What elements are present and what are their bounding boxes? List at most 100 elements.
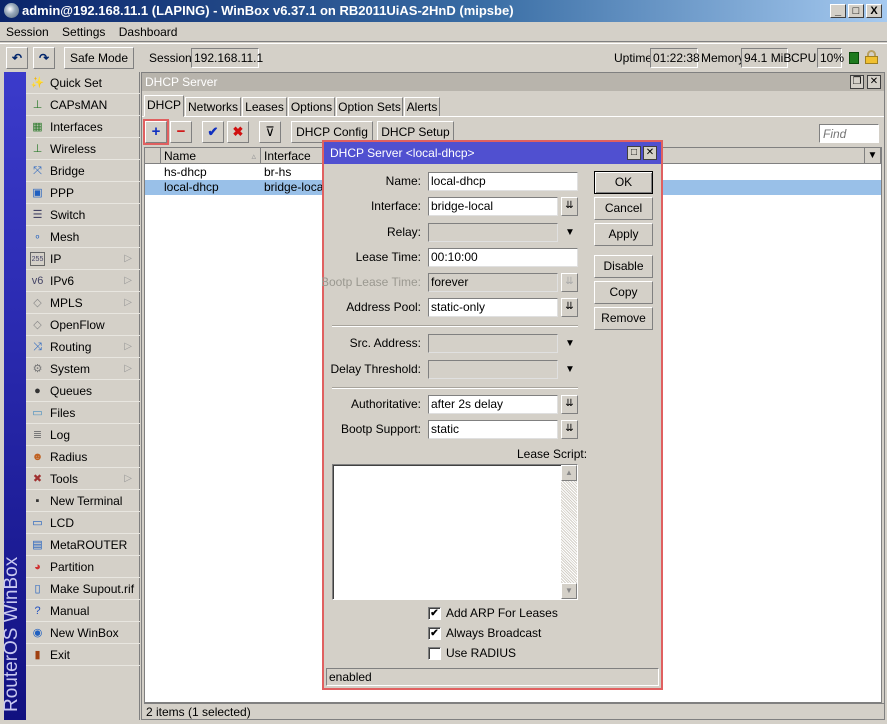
sidebar-item-exit[interactable]: ▮ Exit	[26, 644, 140, 666]
tab-alerts[interactable]: Alerts	[404, 97, 440, 117]
sidebar-item-system[interactable]: ⚙ System ▷	[26, 358, 140, 380]
sidebar-item-label: Partition	[50, 560, 95, 574]
copy-button[interactable]: Copy	[594, 281, 653, 304]
checkbox-checked-icon[interactable]: ✔	[428, 627, 441, 640]
tab-leases[interactable]: Leases	[242, 97, 287, 117]
sidebar-item-routing[interactable]: ⤨ Routing ▷	[26, 336, 140, 358]
menu-dashboard[interactable]: Dashboard	[113, 22, 182, 42]
sidebar-item-lcd[interactable]: ▭ LCD	[26, 512, 140, 534]
menu-session[interactable]: Session	[0, 22, 53, 42]
check-icon: ✔	[207, 124, 219, 139]
find-input[interactable]	[819, 124, 879, 143]
cancel-button[interactable]: Cancel	[594, 197, 653, 220]
sidebar-item-switch[interactable]: ☰ Switch	[26, 204, 140, 226]
sidebar-item-label: New Terminal	[50, 494, 123, 508]
panel-restore-button[interactable]: ❐	[850, 75, 864, 89]
sidebar-item-bridge[interactable]: ⤧ Bridge	[26, 160, 140, 182]
lease-script-textarea[interactable]: ▲ ▼	[332, 464, 578, 600]
checkbox-checked-icon[interactable]: ✔	[428, 607, 441, 620]
bootp-support-select[interactable]: static	[428, 420, 558, 439]
interface-dropdown-icon[interactable]: ⇊	[561, 197, 578, 216]
sidebar-item-partition[interactable]: ◕ Partition	[26, 556, 140, 578]
tab-dhcp[interactable]: DHCP	[144, 95, 184, 117]
sidebar-item-queues[interactable]: ● Queues	[26, 380, 140, 402]
disable-button[interactable]: Disable	[594, 255, 653, 278]
enable-button[interactable]: ✔	[202, 121, 224, 143]
sidebar-item-quick-set[interactable]: ✨ Quick Set	[26, 72, 140, 94]
sidebar-item-log[interactable]: ≣ Log	[26, 424, 140, 446]
sidebar-item-interfaces[interactable]: ▦ Interfaces	[26, 116, 140, 138]
terminal-icon: ▪	[35, 495, 40, 507]
scroll-up-icon[interactable]: ▲	[561, 465, 577, 481]
submenu-arrow-icon: ▷	[124, 473, 132, 484]
safe-mode-button[interactable]: Safe Mode	[64, 47, 134, 69]
dialog-title: DHCP Server <local-dhcp>	[330, 146, 475, 160]
undo-button[interactable]: ↶	[6, 47, 28, 69]
sidebar-item-ip[interactable]: 255 IP ▷	[26, 248, 140, 270]
sidebar-item-metarouter[interactable]: ▤ MetaROUTER	[26, 534, 140, 556]
sidebar-item-make-supout-rif[interactable]: ▯ Make Supout.rif	[26, 578, 140, 600]
remove-button[interactable]: −	[170, 121, 192, 143]
relay-input[interactable]	[428, 223, 558, 242]
sidebar-item-capsman[interactable]: ⊥ CAPsMAN	[26, 94, 140, 116]
sidebar-item-label: CAPsMAN	[50, 98, 108, 112]
sidebar-item-new-winbox[interactable]: ◉ New WinBox	[26, 622, 140, 644]
close-button[interactable]: X	[866, 4, 882, 18]
panel-close-button[interactable]: ✕	[867, 75, 881, 89]
disable-button[interactable]: ✖	[227, 121, 249, 143]
scroll-down-icon[interactable]: ▼	[561, 583, 577, 599]
sidebar-item-label: OpenFlow	[50, 318, 105, 332]
tab-options[interactable]: Options	[288, 97, 335, 117]
sidebar-item-wireless[interactable]: ⊥ Wireless	[26, 138, 140, 160]
interface-label: Interface:	[370, 199, 421, 213]
address-pool-select[interactable]: static-only	[428, 298, 558, 317]
relay-expand-icon[interactable]: ▼	[565, 223, 575, 242]
sidebar-item-ipv6[interactable]: v6 IPv6 ▷	[26, 270, 140, 292]
column-chooser-icon[interactable]: ▼	[865, 148, 881, 164]
tab-networks[interactable]: Networks	[185, 97, 241, 117]
sidebar-item-label: IPv6	[50, 274, 75, 288]
maximize-button[interactable]: □	[848, 4, 864, 18]
src-address-input[interactable]	[428, 334, 558, 353]
column-header-name[interactable]: Name ▵	[161, 148, 261, 164]
apply-button[interactable]: Apply	[594, 223, 653, 246]
bootp-support-dropdown-icon[interactable]: ⇊	[561, 420, 578, 439]
ipv6-icon: v6	[31, 275, 44, 287]
src-address-expand-icon[interactable]: ▼	[565, 334, 575, 353]
sort-asc-icon: ▵	[251, 151, 256, 161]
filter-button[interactable]: ⊽	[259, 121, 281, 143]
sidebar-item-mesh[interactable]: ∘ Mesh	[26, 226, 140, 248]
sidebar-item-new-terminal[interactable]: ▪ New Terminal	[26, 490, 140, 512]
tab-option-sets[interactable]: Option Sets	[336, 97, 403, 117]
checkbox-unchecked-icon[interactable]	[428, 647, 441, 660]
dialog-close-button[interactable]: ✕	[643, 146, 657, 160]
lease-time-input[interactable]: 00:10:00	[428, 248, 578, 267]
panel-title: DHCP Server	[145, 75, 218, 89]
panel-title-bar[interactable]: DHCP Server ❐ ✕	[142, 73, 884, 91]
sidebar-item-ppp[interactable]: ▣ PPP	[26, 182, 140, 204]
authoritative-dropdown-icon[interactable]: ⇊	[561, 395, 578, 414]
authoritative-select[interactable]: after 2s delay	[428, 395, 558, 414]
dialog-title-bar[interactable]: DHCP Server <local-dhcp> □ ✕	[324, 142, 661, 164]
sidebar-item-manual[interactable]: ? Manual	[26, 600, 140, 622]
name-label: Name:	[385, 174, 421, 188]
delay-threshold-expand-icon[interactable]: ▼	[565, 360, 575, 379]
sidebar-item-openflow[interactable]: ◇ OpenFlow	[26, 314, 140, 336]
sidebar-item-tools[interactable]: ✖ Tools ▷	[26, 468, 140, 490]
minimize-button[interactable]: _	[830, 4, 846, 18]
sidebar-item-mpls[interactable]: ◇ MPLS ▷	[26, 292, 140, 314]
menu-settings[interactable]: Settings	[56, 22, 109, 42]
ok-button[interactable]: OK	[594, 171, 653, 194]
window-title-bar[interactable]: admin@192.168.11.1 (LAPING) - WinBox v6.…	[0, 0, 887, 22]
add-button[interactable]: +	[143, 119, 169, 145]
sidebar-item-files[interactable]: ▭ Files	[26, 402, 140, 424]
address-pool-dropdown-icon[interactable]: ⇊	[561, 298, 578, 317]
dialog-maximize-button[interactable]: □	[627, 146, 641, 160]
delay-threshold-input[interactable]	[428, 360, 558, 379]
remove-button[interactable]: Remove	[594, 307, 653, 330]
redo-button[interactable]: ↷	[33, 47, 55, 69]
interface-select[interactable]: bridge-local	[428, 197, 558, 216]
sidebar-item-radius[interactable]: ☻ Radius	[26, 446, 140, 468]
lease-script-scrollbar[interactable]: ▲ ▼	[561, 465, 577, 599]
name-input[interactable]: local-dhcp	[428, 172, 578, 191]
